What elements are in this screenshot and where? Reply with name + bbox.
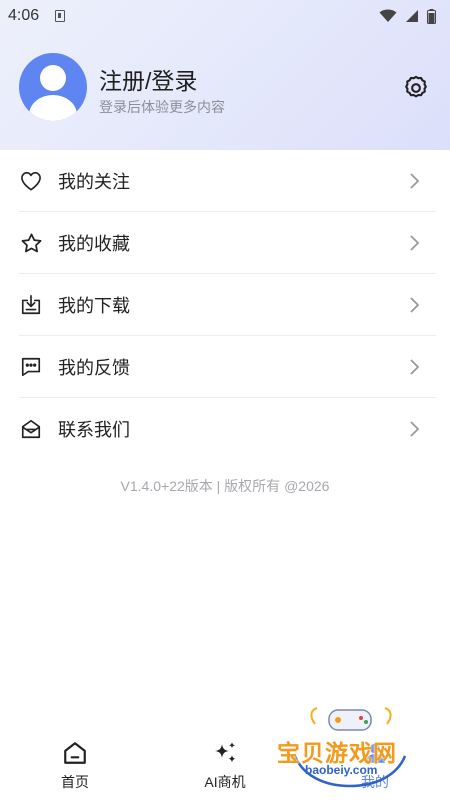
tab-label: 首页 [61, 774, 89, 790]
menu-item-downloads[interactable]: 我的下载 [0, 274, 450, 336]
status-time: 4:06 [8, 7, 40, 24]
chevron-right-icon [410, 359, 420, 375]
profile-menu: 我的关注 我的收藏 我的下载 我的反馈 联系我们 [0, 150, 450, 460]
avatar-head-shape [40, 65, 66, 91]
chevron-right-icon [410, 235, 420, 251]
heart-icon [19, 169, 43, 193]
tab-home[interactable]: 首页 [0, 728, 150, 800]
login-hint: 登录后体验更多内容 [99, 99, 225, 115]
avatar[interactable] [19, 53, 87, 121]
battery-icon [427, 8, 436, 24]
feedback-icon [19, 355, 43, 379]
menu-item-follow[interactable]: 我的关注 [0, 150, 450, 212]
download-icon [19, 293, 43, 317]
menu-item-feedback[interactable]: 我的反馈 [0, 336, 450, 398]
avatar-body-shape [29, 95, 77, 121]
menu-item-label: 我的收藏 [58, 234, 130, 254]
sparkle-icon [215, 742, 236, 763]
watermark-url: baobeiy.com [305, 763, 378, 777]
site-watermark: 宝贝游戏网 baobeiy.com [275, 706, 425, 792]
chevron-right-icon [410, 173, 420, 189]
chevron-right-icon [410, 297, 420, 313]
wifi-icon [379, 9, 397, 22]
star-icon [19, 231, 43, 255]
tab-label: AI商机 [204, 774, 246, 790]
menu-item-favorites[interactable]: 我的收藏 [0, 212, 450, 274]
status-bar: 4:06 [0, 0, 450, 32]
menu-item-contact[interactable]: 联系我们 [0, 398, 450, 460]
mail-open-icon [19, 417, 43, 441]
menu-item-label: 我的反馈 [58, 358, 130, 378]
sim-icon [55, 10, 66, 22]
login-register-title[interactable]: 注册/登录 [99, 62, 197, 96]
menu-item-label: 我的下载 [58, 296, 130, 316]
chevron-right-icon [410, 421, 420, 437]
gear-icon[interactable] [402, 74, 430, 102]
signal-icon [406, 10, 418, 22]
menu-item-label: 联系我们 [58, 420, 130, 440]
home-icon [64, 742, 86, 764]
version-info: V1.4.0+22版本 | 版权所有 @2026 [120, 478, 330, 494]
menu-item-label: 我的关注 [58, 172, 130, 192]
